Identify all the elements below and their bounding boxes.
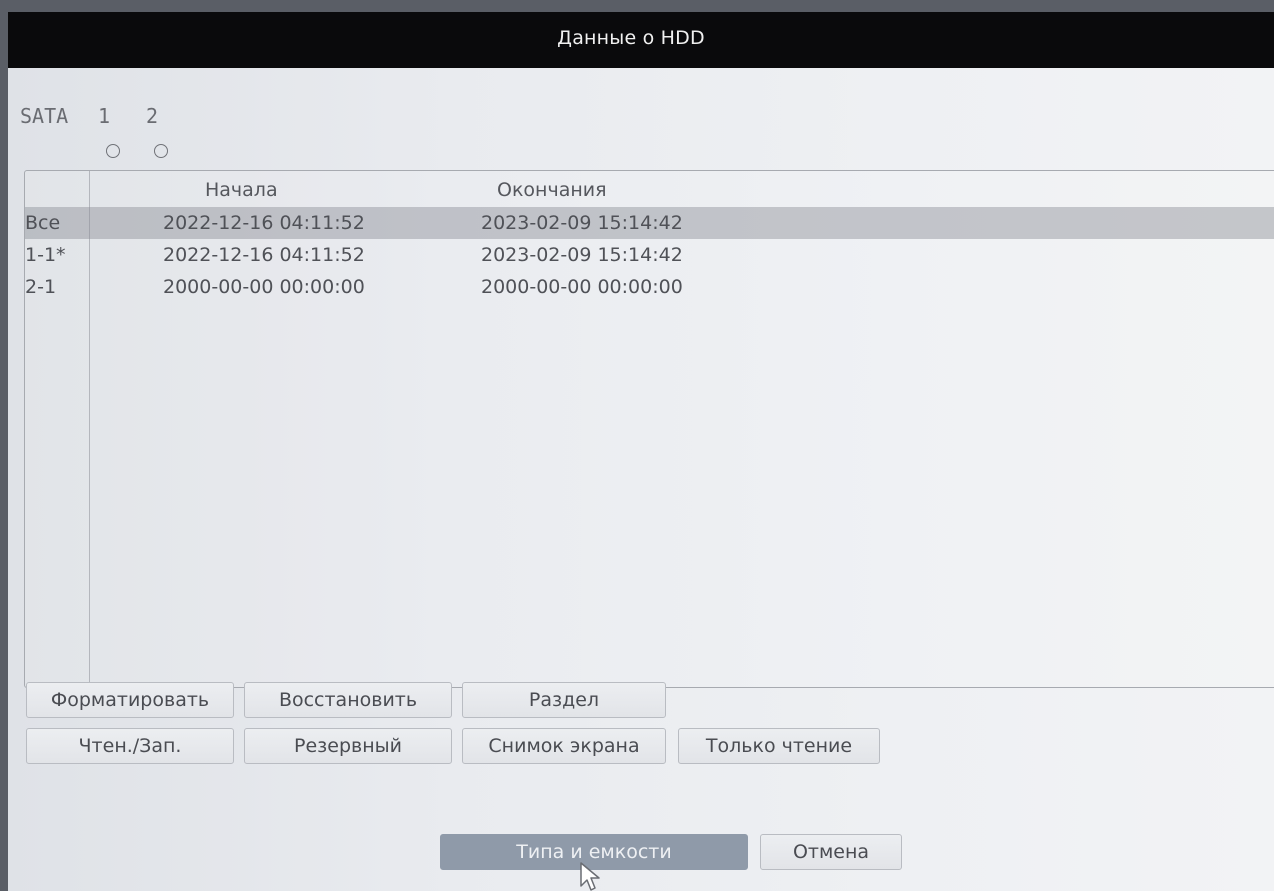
row-end-time: 2000-00-00 00:00:00 (481, 276, 683, 298)
disk-status-indicator-1 (106, 144, 120, 158)
sata-label: SATA (20, 104, 69, 128)
row-end-time: 2023-02-09 15:14:42 (481, 244, 683, 266)
restore-button[interactable]: Восстановить (244, 682, 452, 718)
read-write-button[interactable]: Чтен./Зап. (26, 728, 234, 764)
row-end-time: 2023-02-09 15:14:42 (481, 212, 683, 234)
cancel-button[interactable]: Отмена (760, 834, 902, 870)
disk-status-indicator-2 (154, 144, 168, 158)
record-table: Начала Окончания Все 2022-12-16 04:11:52… (24, 170, 1274, 688)
disk-number-1: 1 (98, 104, 111, 128)
column-header-start: Начала (205, 179, 278, 201)
snapshot-button[interactable]: Снимок экрана (462, 728, 666, 764)
column-header-end: Окончания (497, 179, 607, 201)
row-id: Все (25, 212, 61, 234)
table-row-1-1[interactable]: 1-1* 2022-12-16 04:11:52 2023-02-09 15:1… (25, 239, 1274, 271)
row-id: 1-1* (25, 244, 66, 266)
format-button[interactable]: Форматировать (26, 682, 234, 718)
table-row-all[interactable]: Все 2022-12-16 04:11:52 2023-02-09 15:14… (25, 207, 1274, 239)
table-row-2-1[interactable]: 2-1 2000-00-00 00:00:00 2000-00-00 00:00… (25, 271, 1274, 303)
hdd-info-screen: Данные о HDD SATA 1 2 Начала Окончания В… (8, 12, 1274, 891)
backup-button[interactable]: Резервный (244, 728, 452, 764)
row-start-time: 2022-12-16 04:11:52 (163, 244, 365, 266)
row-id: 2-1 (25, 276, 57, 298)
disk-number-2: 2 (146, 104, 159, 128)
read-only-button[interactable]: Только чтение (678, 728, 880, 764)
window-title-text: Данные о HDD (557, 27, 705, 49)
row-start-time: 2022-12-16 04:11:52 (163, 212, 365, 234)
mouse-cursor-icon (580, 862, 600, 891)
window-title: Данные о HDD (8, 12, 1274, 68)
row-start-time: 2000-00-00 00:00:00 (163, 276, 365, 298)
partition-button[interactable]: Раздел (462, 682, 666, 718)
